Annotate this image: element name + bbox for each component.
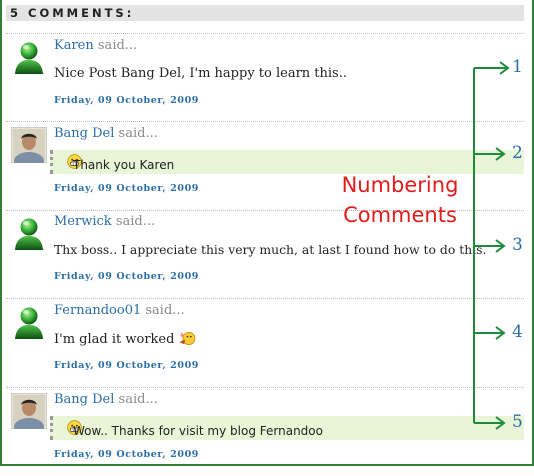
- divider: [6, 298, 524, 299]
- green-user-icon: [11, 215, 47, 251]
- said-label: said...: [115, 214, 156, 229]
- comment-author-line: Karen said...: [54, 38, 137, 53]
- comment-text-wrap: Wow.. Thanks for visit my blog Fernandoo: [63, 420, 323, 438]
- comment-date[interactable]: Friday, 09 October, 2009: [54, 183, 199, 194]
- label-line-1: Numbering: [341, 173, 459, 197]
- comment-text: Nice Post Bang Del, I'm happy to learn t…: [54, 66, 347, 81]
- comment-author-link[interactable]: Bang Del: [54, 126, 114, 141]
- comment-number-1: 1: [512, 57, 523, 77]
- comment-number-5: 5: [512, 412, 523, 432]
- comment-number-3: 3: [512, 235, 523, 255]
- comment-author-link[interactable]: Merwick: [54, 214, 112, 229]
- said-label: said...: [118, 126, 158, 141]
- divider: [6, 387, 524, 388]
- comment-author-line: Bang Del said...: [54, 126, 158, 141]
- comment-date[interactable]: Friday, 09 October, 2009: [54, 271, 199, 282]
- comment-author-line: Fernandoo01 said...: [54, 303, 185, 318]
- comment-text-wrap: Thank you Karen: [63, 154, 174, 172]
- comment-text: Thank you Karen: [73, 158, 175, 172]
- comment-number-2: 2: [512, 143, 523, 163]
- comment-text-wrap: I'm glad it worked: [54, 331, 196, 347]
- said-label: said...: [145, 303, 185, 318]
- comment-author-line: Merwick said...: [54, 214, 155, 229]
- comment-number-4: 4: [512, 322, 523, 342]
- photo-avatar: [11, 393, 47, 429]
- comment-text: I'm glad it worked: [54, 332, 175, 347]
- comment-author-link[interactable]: Karen: [54, 38, 94, 53]
- comment-author-link[interactable]: Fernandoo01: [54, 303, 141, 318]
- author-reply-box: Wow.. Thanks for visit my blog Fernandoo: [50, 416, 524, 440]
- party-emoticon: [178, 331, 196, 346]
- comment-date[interactable]: Friday, 09 October, 2009: [54, 95, 199, 106]
- comment-text: Thx boss.. I appreciate this very much, …: [54, 242, 487, 257]
- comment-date[interactable]: Friday, 09 October, 2009: [54, 360, 199, 371]
- comment-item: Bang Del said... Wow.. Thanks for visit …: [6, 390, 524, 476]
- said-label: said...: [118, 392, 158, 407]
- comment-item: Karen said... Nice Post Bang Del, I'm ha…: [6, 36, 524, 122]
- comment-author-line: Bang Del said...: [54, 392, 158, 407]
- comment-item: Fernandoo01 said... I'm glad it worked F…: [6, 301, 524, 387]
- comments-header: 5 COMMENTS:: [6, 5, 524, 21]
- numbering-comments-label: Numbering Comments: [330, 170, 470, 230]
- divider: [6, 33, 524, 34]
- label-line-2: Comments: [343, 203, 457, 227]
- comment-author-link[interactable]: Bang Del: [54, 392, 114, 407]
- comment-text: Wow.. Thanks for visit my blog Fernandoo: [73, 424, 323, 438]
- comments-count-title: 5 COMMENTS:: [10, 6, 135, 20]
- comment-date[interactable]: Friday, 09 October, 2009: [54, 449, 199, 460]
- green-user-icon: [11, 39, 47, 75]
- green-user-icon: [11, 304, 47, 340]
- said-label: said...: [97, 38, 138, 53]
- photo-avatar: [11, 127, 47, 163]
